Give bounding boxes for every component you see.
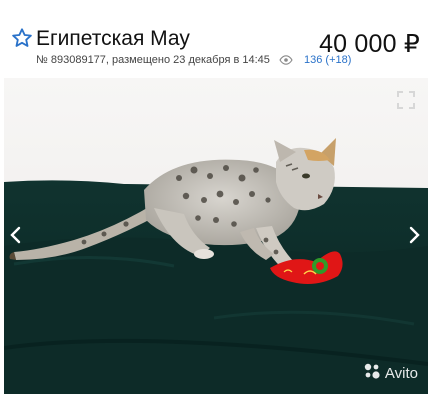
listing-id-date: № 893089177, размещено 23 декабря в 14:4… — [36, 54, 270, 66]
avito-watermark: Avito — [363, 362, 418, 384]
views-count[interactable]: 136 (+18) — [304, 54, 351, 66]
eye-icon — [279, 55, 293, 69]
listing-meta: № 893089177, размещено 23 декабря в 14:4… — [36, 54, 351, 69]
listing-title: Египетская Мау — [36, 27, 190, 50]
photo-gallery[interactable]: Avito — [4, 78, 428, 394]
expand-icon[interactable] — [396, 90, 416, 110]
watermark-text: Avito — [384, 364, 418, 382]
chevron-right-icon[interactable] — [406, 224, 422, 246]
top-strip — [0, 0, 434, 4]
favorite-star-icon[interactable] — [11, 27, 33, 49]
avito-logo-icon — [363, 362, 381, 384]
chevron-left-icon[interactable] — [8, 224, 24, 246]
cat-photo — [4, 78, 428, 394]
listing-header: Египетская Мау 40 000 ₽ № 893089177, раз… — [0, 14, 434, 72]
